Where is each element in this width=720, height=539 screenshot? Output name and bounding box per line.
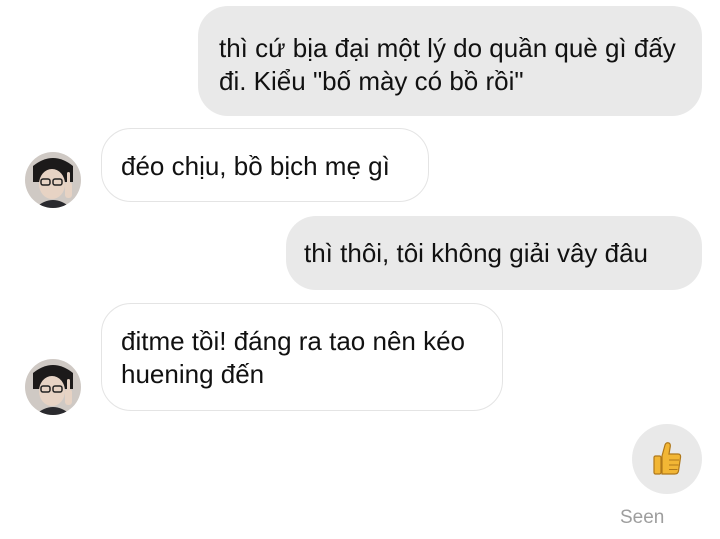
thumbs-up-reaction[interactable] (632, 424, 702, 494)
avatar-photo-icon (25, 152, 81, 208)
contact-avatar[interactable] (25, 359, 81, 415)
outgoing-message-bubble[interactable]: thì cứ bịa đại một lý do quần què gì đấy… (198, 6, 702, 116)
seen-status: Seen (620, 507, 665, 528)
contact-avatar[interactable] (25, 152, 81, 208)
incoming-message-bubble[interactable]: đéo chịu, bồ bịch mẹ gì (101, 128, 429, 202)
thumbs-up-icon (653, 442, 682, 475)
message-text: thì thôi, tôi không giải vây đâu (304, 238, 649, 268)
message-text: thì cứ bịa đại một lý do quần què gì đấy… (219, 33, 676, 96)
outgoing-message-bubble[interactable]: thì thôi, tôi không giải vây đâu (286, 216, 702, 290)
chat-thread: thì cứ bịa đại một lý do quần què gì đấy… (0, 0, 720, 539)
message-text: đitme tồi! đáng ra tao nên kéo huening đ… (121, 326, 466, 389)
incoming-message-bubble[interactable]: đitme tồi! đáng ra tao nên kéo huening đ… (101, 303, 503, 411)
message-text: đéo chịu, bồ bịch mẹ gì (121, 151, 390, 181)
avatar-photo-icon (25, 359, 81, 415)
